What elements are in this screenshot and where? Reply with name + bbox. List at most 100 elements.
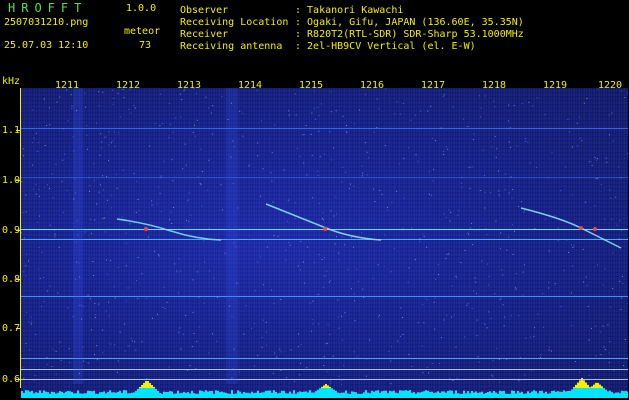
activity-bar (439, 392, 441, 398)
noise-speck (205, 96, 207, 98)
noise-speck (222, 209, 223, 211)
activity-bar (179, 393, 181, 398)
noise-speck (78, 304, 80, 306)
noise-speck (341, 315, 342, 317)
activity-bar (619, 393, 621, 398)
noise-speck (611, 218, 613, 220)
noise-speck (432, 180, 434, 182)
noise-speck (220, 184, 222, 186)
noise-speck (604, 268, 606, 270)
noise-speck (25, 265, 27, 267)
noise-speck (490, 192, 492, 194)
noise-speck (494, 106, 496, 108)
activity-bar (333, 389, 335, 398)
freq-axis-line (20, 88, 21, 388)
activity-bar (525, 393, 527, 398)
activity-bar (85, 393, 87, 398)
noise-speck (570, 292, 572, 294)
noise-speck (343, 364, 345, 366)
noise-speck (230, 102, 232, 104)
noise-speck (94, 303, 96, 305)
noise-speck (99, 154, 101, 156)
noise-speck (548, 349, 550, 351)
activity-bar (411, 392, 413, 398)
noise-speck (508, 236, 509, 238)
noise-speck (297, 216, 299, 218)
noise-speck (62, 159, 64, 161)
noise-speck (37, 221, 39, 223)
noise-speck (46, 184, 48, 186)
activity-bar (485, 392, 487, 398)
activity-bar-peak (577, 382, 579, 388)
noise-speck (457, 214, 459, 216)
noise-speck (391, 201, 393, 203)
activity-bar (77, 390, 79, 398)
noise-speck (402, 333, 404, 335)
activity-bar (143, 388, 145, 398)
noise-speck (160, 211, 162, 212)
noise-speck (83, 360, 85, 362)
noise-speck (123, 97, 125, 99)
noise-speck (364, 94, 366, 96)
noise-speck (471, 223, 473, 224)
noise-speck (290, 349, 292, 351)
activity-bar (323, 388, 325, 398)
noise-speck (347, 269, 349, 271)
noise-speck (616, 224, 618, 226)
noise-speck (22, 148, 24, 150)
activity-bar-peak (585, 382, 587, 388)
activity-bar (233, 393, 235, 398)
noise-speck (64, 153, 66, 155)
noise-speck (124, 323, 126, 325)
activity-bar (25, 390, 27, 398)
noise-speck (311, 154, 313, 156)
activity-bar (483, 393, 485, 398)
noise-speck (185, 164, 187, 166)
noise-speck (75, 241, 77, 243)
noise-speck (146, 297, 148, 299)
noise-speck (176, 270, 178, 272)
noise-speck (33, 379, 35, 381)
activity-bar (425, 390, 427, 398)
noise-speck (467, 232, 469, 234)
info-label: Receiver (180, 29, 229, 40)
noise-speck (426, 246, 428, 248)
noise-speck (245, 305, 247, 306)
noise-speck (506, 127, 508, 129)
activity-bar (191, 390, 193, 398)
activity-bar (315, 391, 317, 398)
noise-speck (597, 264, 598, 266)
noise-speck (233, 348, 235, 350)
activity-bar (99, 392, 101, 398)
noise-speck (612, 140, 614, 142)
noise-speck (46, 124, 48, 126)
activity-bar-peak (141, 385, 143, 388)
activity-bar (27, 390, 29, 398)
noise-speck (330, 210, 332, 212)
noise-speck (572, 146, 573, 148)
activity-bar (463, 390, 465, 398)
noise-speck (451, 316, 453, 318)
noise-speck (420, 110, 422, 112)
noise-speck (443, 319, 445, 321)
noise-speck (314, 107, 316, 109)
noise-speck (38, 246, 40, 248)
noise-speck (596, 159, 597, 161)
noise-speck (542, 293, 543, 294)
noise-speck (422, 233, 424, 235)
noise-speck (318, 254, 320, 255)
activity-bar (181, 393, 183, 398)
noise-speck (372, 278, 374, 279)
noise-speck (396, 190, 398, 192)
noise-speck (294, 202, 296, 204)
activity-bar (489, 391, 491, 398)
activity-bar (429, 391, 431, 398)
noise-speck (156, 357, 158, 359)
noise-speck (467, 303, 469, 305)
noise-speck (37, 150, 39, 152)
noise-speck (374, 201, 376, 203)
activity-bar (129, 393, 131, 398)
activity-bar (187, 392, 189, 398)
activity-bar (223, 392, 225, 398)
noise-speck (31, 109, 33, 111)
